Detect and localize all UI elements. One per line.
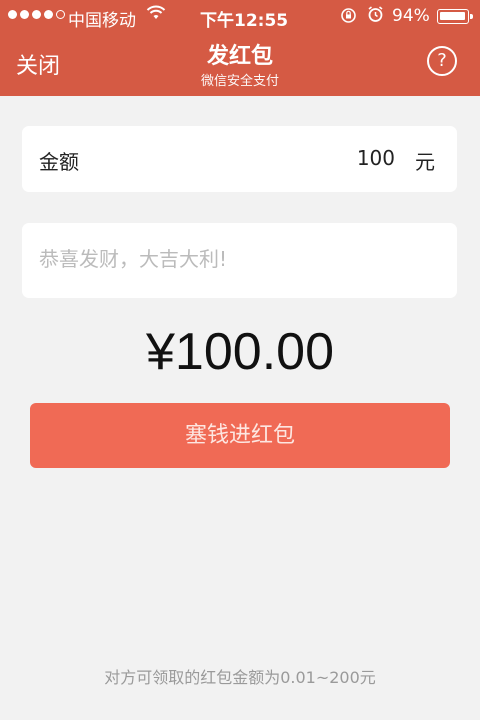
- help-button[interactable]: ?: [427, 46, 457, 76]
- message-field[interactable]: [22, 223, 457, 298]
- signal-strength-icon: [8, 10, 65, 19]
- wifi-icon: [146, 5, 166, 19]
- page-subtitle: 微信安全支付: [200, 74, 279, 89]
- alarm-icon: [368, 6, 383, 22]
- page-title: 发红包: [206, 44, 273, 69]
- amount-unit: 元: [415, 150, 435, 174]
- battery-icon: [437, 9, 473, 24]
- submit-red-packet-button[interactable]: 塞钱进红包: [30, 403, 450, 468]
- status-time: 下午12:55: [200, 11, 289, 31]
- battery-percent: 94%: [392, 6, 430, 26]
- message-input[interactable]: [39, 243, 439, 275]
- amount-field[interactable]: 金额 100 元: [22, 126, 457, 192]
- header-bar: 中国移动 下午12:55 94% 关闭 发红包 微信安全支付 ?: [0, 0, 480, 96]
- status-bar: 中国移动 下午12:55 94%: [0, 0, 480, 32]
- amount-label: 金额: [39, 150, 79, 174]
- carrier-name: 中国移动: [68, 11, 136, 31]
- rotation-lock-icon: [341, 8, 356, 23]
- amount-limit-note: 对方可领取的红包金额为0.01~200元: [104, 668, 376, 687]
- amount-input[interactable]: 100: [357, 146, 395, 170]
- total-amount-display: ¥100.00: [146, 323, 334, 381]
